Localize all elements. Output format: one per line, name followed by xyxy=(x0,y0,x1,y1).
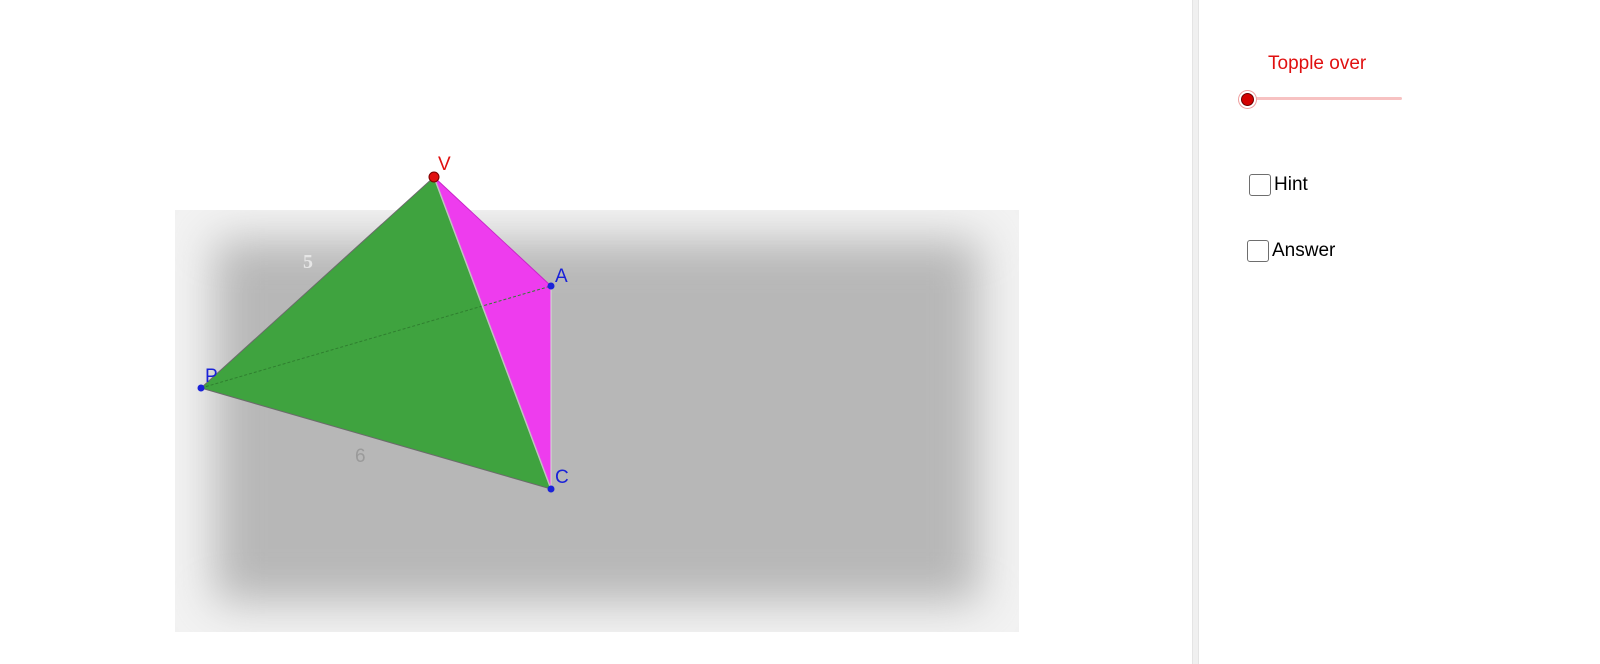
vertex-a-point xyxy=(547,282,555,290)
graphics-view[interactable]: V A P C 5 6 xyxy=(0,0,1192,664)
hint-label: Hint xyxy=(1274,174,1308,195)
vertex-p-point xyxy=(197,384,205,392)
answer-checkbox-row[interactable]: Answer xyxy=(1247,240,1335,262)
hint-checkbox-row[interactable]: Hint xyxy=(1249,174,1308,196)
3d-scene[interactable]: V A P C 5 6 xyxy=(0,0,1192,664)
vertex-v-label: V xyxy=(438,154,451,175)
answer-checkbox[interactable] xyxy=(1247,240,1269,262)
vertex-c-label: C xyxy=(555,467,569,488)
edge-vp-length-label: 5 xyxy=(303,251,313,273)
panel-divider[interactable] xyxy=(1192,0,1199,664)
hint-checkbox[interactable] xyxy=(1249,174,1271,196)
side-panel: Topple over Hint Answer xyxy=(1199,0,1600,664)
topple-slider-track[interactable] xyxy=(1247,97,1402,100)
edge-pc-length-label: 6 xyxy=(355,446,366,467)
topple-slider-label: Topple over xyxy=(1268,53,1367,74)
answer-label: Answer xyxy=(1272,240,1336,261)
base-plane xyxy=(175,210,1019,632)
vertex-c-point xyxy=(547,485,555,493)
vertex-p-label: P xyxy=(205,366,218,387)
topple-slider-knob[interactable] xyxy=(1241,93,1254,106)
vertex-a-label: A xyxy=(555,266,568,287)
